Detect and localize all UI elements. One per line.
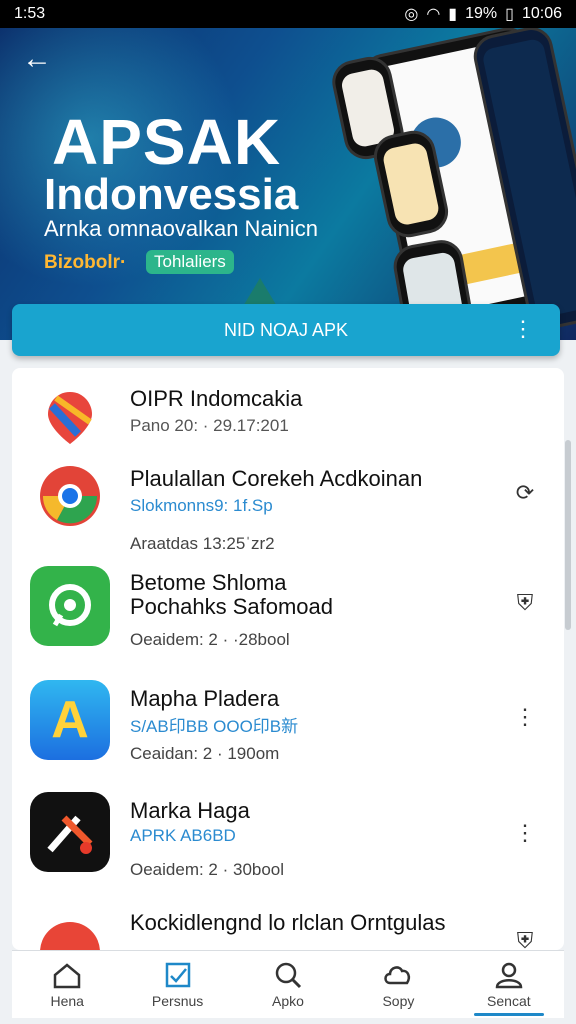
nav-label-sencat: Sencat	[487, 992, 531, 1009]
wifi-icon: ◠	[426, 6, 441, 23]
back-arrow-icon[interactable]: ←	[22, 44, 54, 74]
nav-label-sopy: Sopy	[382, 992, 415, 1009]
list-item[interactable]: OIPR Indomcakia Pano 20: · 29.17:201	[12, 368, 564, 456]
hero-title: APSAK	[52, 106, 282, 178]
search-icon	[275, 962, 302, 988]
media-app-graphic	[47, 815, 93, 854]
download-apk-label: NID NOAJ APK	[223, 319, 349, 340]
nav-item-sencat[interactable]: Sencat	[454, 951, 564, 1018]
red-app-icon	[40, 922, 100, 950]
nav-label-apko: Apko	[272, 992, 304, 1009]
list-item[interactable]: Marka Haga APRK AB6BD Oeaidem: 2 · 30boo…	[12, 786, 564, 900]
home-icon	[53, 962, 81, 988]
battery-icon: ▯	[505, 6, 514, 23]
app-meta: Oeaidem: 2 · ·28bool	[130, 630, 290, 649]
nav-label-persnus: Persnus	[151, 992, 204, 1009]
more-options-icon[interactable]: ⋮	[512, 316, 534, 342]
cloud-icon	[384, 965, 411, 984]
hero-tagline: Arnka omnaovalkan Nainicn	[44, 216, 318, 241]
bottom-edge	[0, 1018, 576, 1024]
checkbox-icon	[165, 962, 190, 987]
whatsapp-icon	[30, 566, 110, 646]
nav-item-home[interactable]: Hena	[12, 951, 122, 1018]
app-name: Kockidlengnd lo rlclan Orntgulas	[130, 910, 446, 935]
list-item[interactable]: Plaulallan Corekeh Acdkoinan Slokmonns9:…	[12, 456, 564, 560]
status-bar: 1:53 ◎ ◠ ▮ 19% ▯ 10:06	[0, 0, 576, 28]
download-apk-button[interactable]: NID NOAJ APK ⋮	[12, 304, 560, 356]
profile-icon	[495, 962, 523, 988]
app-date: Araatdas 13:25ˈzr2	[130, 534, 275, 553]
nav-label-home: Hena	[50, 992, 84, 1009]
hero-tag-b: Tohlaliers	[146, 250, 234, 274]
list-item[interactable]: A Mapha Pladera S/AB印BB OOO印B新 Ceaidan: …	[12, 672, 564, 786]
instagram-icon: ◎	[404, 6, 419, 23]
app-name: Marka Haga	[130, 798, 250, 823]
media-app-icon	[30, 792, 110, 872]
list-item[interactable]: Betome Shloma Pochahks Safomoad Oeaidem:…	[12, 560, 564, 672]
chrome-graphic	[40, 466, 100, 526]
app-meta: Slokmonns9: 1f.Sp	[130, 496, 273, 515]
app-name: Mapha Pladera	[130, 686, 280, 711]
app-date: Oeaidem: 2 · 30bool	[130, 860, 285, 879]
list-item[interactable]: Kockidlengnd lo rlclan Orntgulas ⛨	[12, 900, 564, 950]
maps-pin-graphic	[48, 392, 92, 444]
scrollbar[interactable]	[565, 440, 571, 630]
refresh-icon[interactable]: ⟳	[512, 480, 538, 506]
hero-subtitle: Indonvessia	[44, 170, 299, 219]
app-store-letter: A	[51, 691, 89, 749]
app-store-icon: A	[30, 680, 110, 760]
nav-item-apko[interactable]: Apko	[233, 951, 343, 1018]
whatsapp-graphic	[49, 584, 91, 627]
app-name-line2: Pochahks Safomoad	[130, 594, 334, 619]
page: 1:53 ◎ ◠ ▮ 19% ▯ 10:06 APSAK Indonvessia…	[0, 0, 576, 1024]
app-meta: S/AB印BB OOO印B新	[130, 717, 299, 736]
shield-icon[interactable]: ⛨	[512, 590, 538, 616]
nav-item-persnus[interactable]: Persnus	[122, 951, 232, 1018]
signal-icon: ▮	[448, 6, 458, 23]
status-clock: 10:06	[521, 5, 562, 22]
app-name: Plaulallan Corekeh Acdkoinan	[130, 466, 423, 491]
app-date: Ceaidan: 2 · 190om	[130, 744, 280, 763]
status-right: ◎ ◠ ▮ 19% ▯ 10:06	[404, 4, 562, 24]
shield-icon[interactable]: ⛨	[512, 928, 538, 950]
app-name: Betome Shloma	[130, 570, 287, 595]
more-options-icon[interactable]: ⋮	[512, 704, 538, 730]
more-options-icon[interactable]: ⋮	[512, 820, 538, 846]
hero-tag-a: Bizobolr·	[44, 252, 127, 273]
chrome-icon	[30, 456, 110, 536]
app-name: OIPR Indomcakia	[130, 386, 303, 411]
status-time: 1:53	[14, 5, 46, 22]
phone-screen-small-2	[381, 141, 441, 227]
hero-banner: APSAK Indonvessia Arnka omnaovalkan Nain…	[0, 28, 576, 340]
app-list: OIPR Indomcakia Pano 20: · 29.17:201 Pla…	[12, 368, 564, 950]
app-meta: Pano 20: · 29.17:201	[130, 416, 289, 435]
battery-text: 19%	[465, 5, 498, 22]
bottom-navigation: Hena Persnus Apko Sopy Sencat	[12, 950, 564, 1018]
app-meta: APRK AB6BD	[130, 826, 236, 845]
maps-pin-icon	[30, 378, 110, 458]
nav-item-sopy[interactable]: Sopy	[343, 951, 453, 1018]
